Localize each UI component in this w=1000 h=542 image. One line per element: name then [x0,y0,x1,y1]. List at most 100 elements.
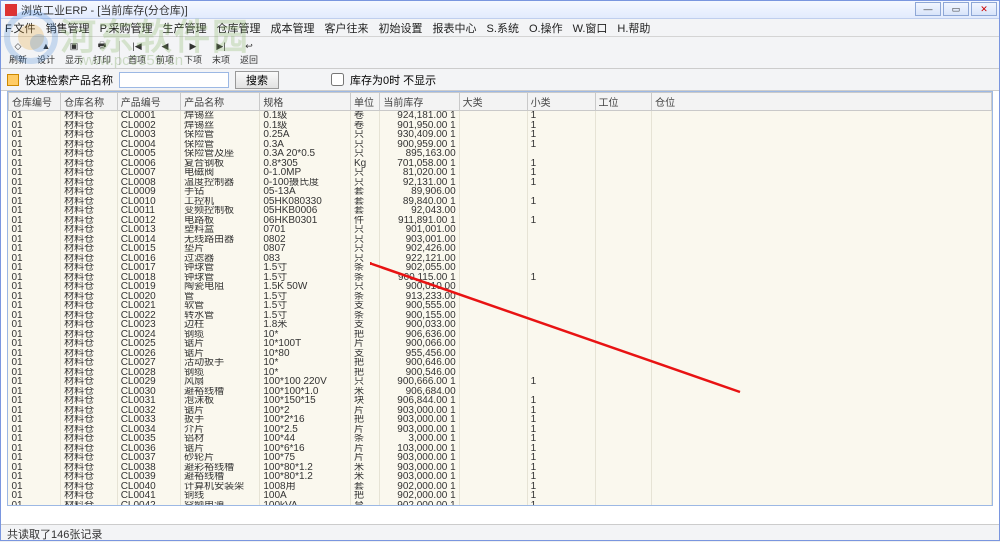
table-row[interactable]: 01材料仓CL0032锯片100*2片903,000.00 11 [9,406,992,416]
table-row[interactable]: 01材料仓CL0028钢缆10*把900,546.00 [9,368,992,378]
table-row[interactable]: 01材料仓CL0003保险管0.25A只930,409.00 11 [9,130,992,140]
table-row[interactable]: 01材料仓CL0012电路板06HKB0301件911,891.00 11 [9,216,992,226]
table-row[interactable]: 01材料仓CL0041铜线100A把902,000.00 11 [9,491,992,501]
column-header[interactable]: 产品编号 [117,93,180,111]
table-row[interactable]: 01材料仓CL0011变频控制板05HKB0006套92,043.00 [9,206,992,216]
cell [459,358,527,368]
column-header[interactable]: 大类 [459,93,527,111]
table-row[interactable]: 01材料仓CL0039避裕线槽100*80*1.2米903,000.00 11 [9,472,992,482]
table-row[interactable]: 01材料仓CL0023边柱1.8米支900,033.00 [9,320,992,330]
table-row[interactable]: 01材料仓CL0040计算机安装架1008用套902,000.00 11 [9,482,992,492]
column-header[interactable]: 仓库编号 [9,93,61,111]
cell: 01 [9,377,61,387]
close-button[interactable]: ✕ [971,2,997,16]
table-row[interactable]: 01材料仓CL0004保险管0.3A只900,959.00 11 [9,140,992,150]
toolbar: ◇刷新▲设计▣显示🖶打印 |◀首项◀前项▶下项▶|末项↩返回 [1,37,999,69]
table-row[interactable]: 01材料仓CL0034介片100*2.5片903,000.00 11 [9,425,992,435]
cell: 条 [350,263,379,273]
menu-item-12[interactable]: H.帮助 [617,20,650,36]
table-row[interactable]: 01材料仓CL0025锯片10*100T片900,066.00 [9,339,992,349]
toolbar-nav-last[interactable]: ▶|末项 [208,39,234,67]
toolbar-nav-first[interactable]: |◀首项 [124,39,150,67]
table-row[interactable]: 01材料仓CL0031泡沫板100*150*15块906,844.00 11 [9,396,992,406]
toolbar-print[interactable]: ▣显示 [61,39,87,67]
search-input[interactable] [119,72,229,88]
nav-first-icon: |◀ [130,39,144,53]
table-row[interactable]: 01材料仓CL0035铝材100*44条3,000.00 11 [9,434,992,444]
table-row[interactable]: 01材料仓CL0033扳手100*2*16把903,000.00 11 [9,415,992,425]
table-row[interactable]: 01材料仓CL0037砂轮片100*75片903,000.00 11 [9,453,992,463]
column-header[interactable]: 工位 [595,93,652,111]
table-row[interactable]: 01材料仓CL0008温度控制器0-100摄氏度只92,131.00 11 [9,178,992,188]
menu-item-11[interactable]: W.窗口 [573,20,608,36]
table-row[interactable]: 01材料仓CL0009手钻05-13A套89,906.00 [9,187,992,197]
menu-item-2[interactable]: P.采购管理 [100,20,153,36]
cell: 材料仓 [61,320,118,330]
cell: 材料仓 [61,301,118,311]
table-row[interactable]: 01材料仓CL0006复合钢板0.8*305Kg701,058.00 11 [9,159,992,169]
toolbar-first[interactable]: ▲设计 [33,39,59,67]
table-row[interactable]: 01材料仓CL0020管1.5寸条913,233.00 [9,292,992,302]
toolbar-refresh[interactable]: ◇刷新 [5,39,31,67]
table-row[interactable]: 01材料仓CL0015垫片0807只902,426.00 [9,244,992,254]
cell [459,187,527,197]
inventory-grid[interactable]: 仓库编号仓库名称产品编号产品名称规格单位当前库存大类小类工位仓位 01材料仓CL… [8,92,992,506]
maximize-button[interactable]: ▭ [943,2,969,16]
cell: 01 [9,434,61,444]
menu-item-4[interactable]: 仓库管理 [217,20,261,36]
table-row[interactable]: 01材料仓CL0010工控机05HK080330套89,840.00 11 [9,197,992,207]
table-row[interactable]: 01材料仓CL0001焊锡丝0.1级卷924,181.00 11 [9,111,992,121]
table-row[interactable]: 01材料仓CL0018钟球管1.5寸条900,115.00 11 [9,273,992,283]
cell: 01 [9,491,61,501]
column-header[interactable]: 仓库名称 [61,93,118,111]
menu-item-6[interactable]: 客户往来 [325,20,369,36]
table-row[interactable]: 01材料仓CL0036锯片100*6*16片103,000.00 11 [9,444,992,454]
cell: 01 [9,396,61,406]
table-row[interactable]: 01材料仓CL0038避彩裕线槽100*80*1.2米903,000.00 11 [9,463,992,473]
menu-item-9[interactable]: S.系统 [487,20,519,36]
table-row[interactable]: 01材料仓CL0027活动扳手10*把900,646.00 [9,358,992,368]
column-header[interactable]: 规格 [260,93,351,111]
cell: 只 [350,178,379,188]
table-row[interactable]: 01材料仓CL0019陶瓷电阻1.5K 50W只900,010.00 [9,282,992,292]
cell: 083 [260,254,351,264]
table-row[interactable]: 01材料仓CL0014无线路由器0802只903,001.00 [9,235,992,245]
column-header[interactable]: 当前库存 [380,93,459,111]
menu-item-0[interactable]: F.文件 [5,20,36,36]
table-row[interactable]: 01材料仓CL0022转水管1.5寸条900,155.00 [9,311,992,321]
table-row[interactable]: 01材料仓CL0021软管1.5寸支900,555.00 [9,301,992,311]
table-row[interactable]: 01材料仓CL0042空频电源100kVA台902,000.00 11 [9,501,992,507]
toolbar-return[interactable]: ↩返回 [236,39,262,67]
toolbar-printer[interactable]: 🖶打印 [89,39,115,67]
column-header[interactable]: 产品名称 [181,93,260,111]
cell: 1 [527,140,595,150]
column-header[interactable]: 单位 [350,93,379,111]
table-row[interactable]: 01材料仓CL0016过滤器083只922,121.00 [9,254,992,264]
column-header[interactable]: 仓位 [652,93,992,111]
table-row[interactable]: 01材料仓CL0002焊锡丝0.1级卷901,950.00 11 [9,121,992,131]
search-button[interactable]: 搜索 [235,71,279,89]
menu-item-7[interactable]: 初始设置 [379,20,423,36]
menu-item-8[interactable]: 报表中心 [433,20,477,36]
menu-item-10[interactable]: O.操作 [529,20,563,36]
hide-zero-checkbox[interactable] [331,73,344,86]
cell: 900,646.00 [380,358,459,368]
table-row[interactable]: 01材料仓CL0029风扇100*100 220V只900,666.00 11 [9,377,992,387]
menu-item-1[interactable]: 销售管理 [46,20,90,36]
cell: 材料仓 [61,178,118,188]
table-row[interactable]: 01材料仓CL0024钢缆10*把906,636.00 [9,330,992,340]
cell: 把 [350,368,379,378]
table-row[interactable]: 01材料仓CL0013塑料盒0701只901,001.00 [9,225,992,235]
column-header[interactable]: 小类 [527,93,595,111]
cell: 1 [527,197,595,207]
toolbar-nav-next[interactable]: ▶下项 [180,39,206,67]
menu-item-3[interactable]: 生产管理 [163,20,207,36]
table-row[interactable]: 01材料仓CL0005保险管及座0.3A 20*0.5只895,163.00 [9,149,992,159]
minimize-button[interactable]: — [915,2,941,16]
menu-item-5[interactable]: 成本管理 [271,20,315,36]
table-row[interactable]: 01材料仓CL0030避裕线槽100*100*1.0米906,684.00 [9,387,992,397]
toolbar-nav-prev[interactable]: ◀前项 [152,39,178,67]
table-row[interactable]: 01材料仓CL0026锯片10*80支955,456.00 [9,349,992,359]
table-row[interactable]: 01材料仓CL0017钟球管1.5寸条902,055.00 [9,263,992,273]
table-row[interactable]: 01材料仓CL0007电磁阀0-1.0MP只81,020.00 11 [9,168,992,178]
